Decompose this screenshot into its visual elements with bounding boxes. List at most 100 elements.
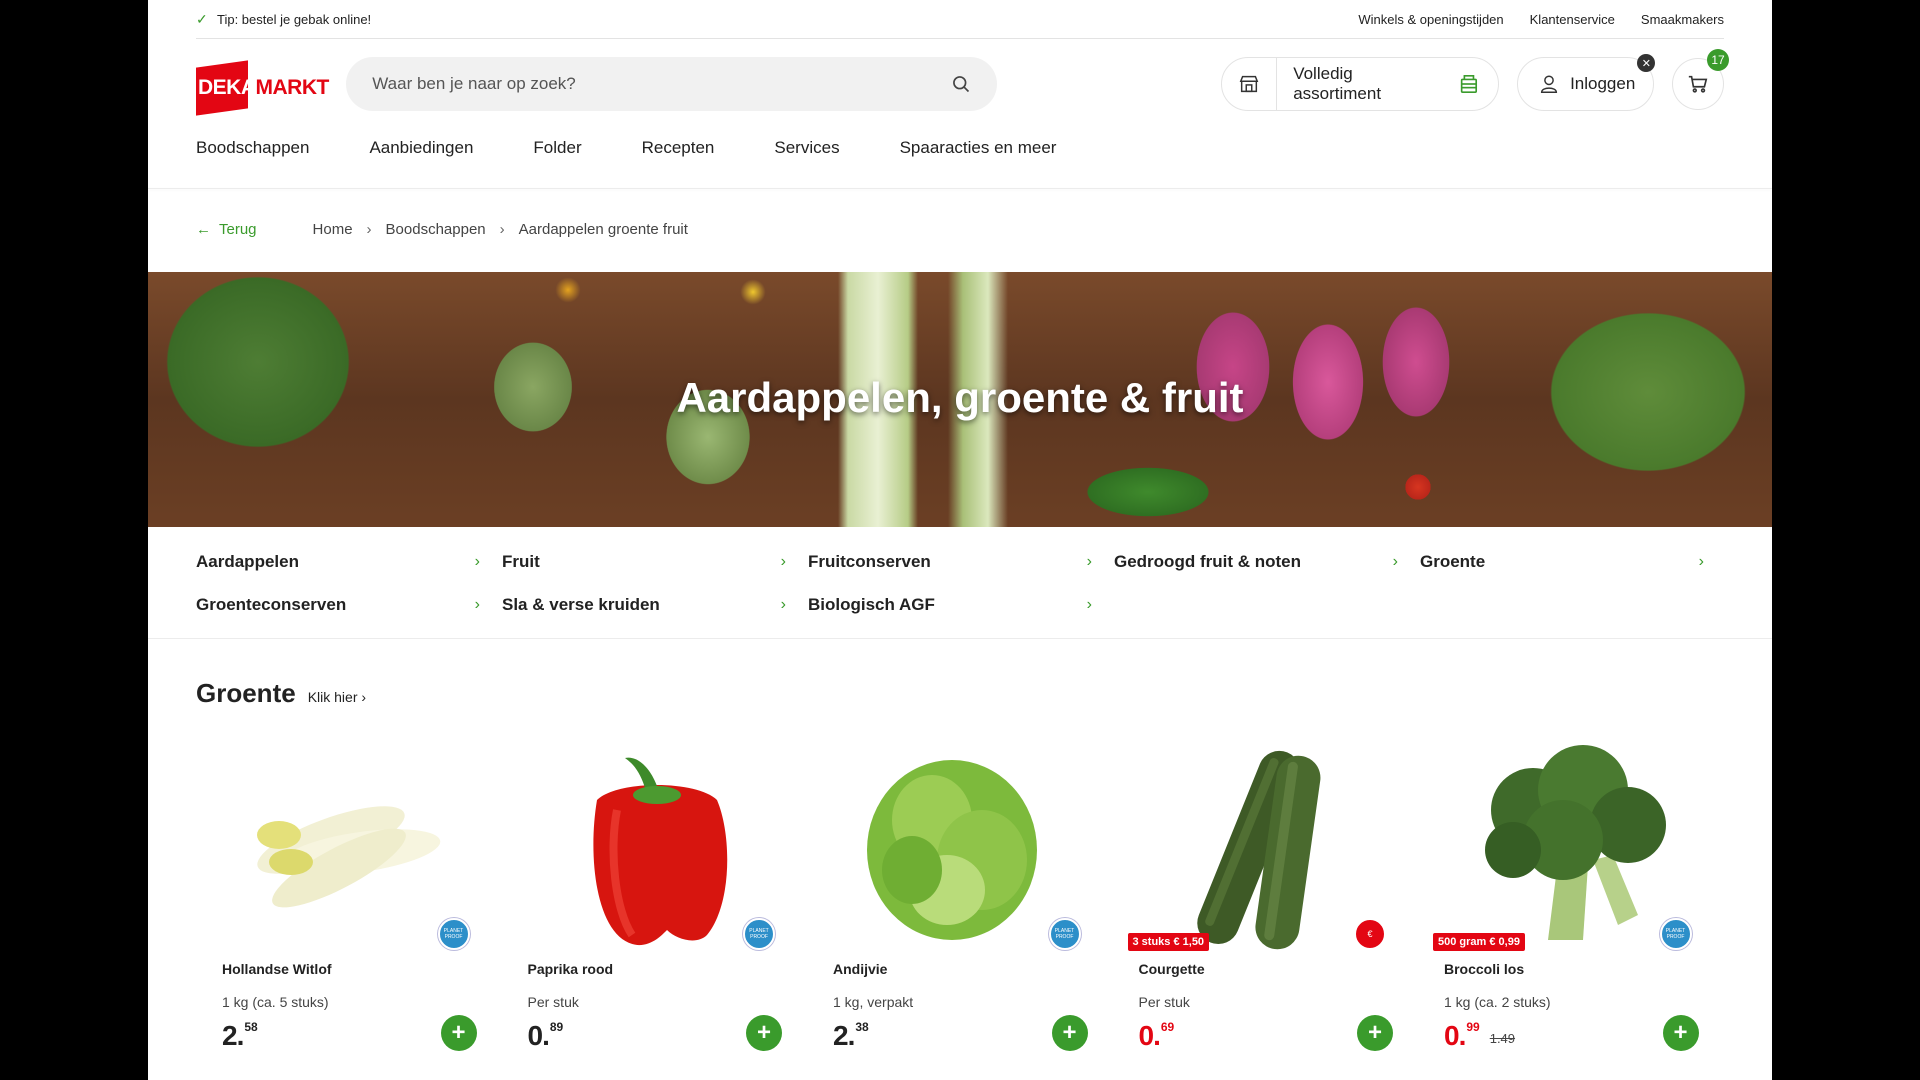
logo[interactable]: DEKAMARKT	[196, 56, 329, 116]
add-to-cart-button[interactable]: +	[1051, 1015, 1088, 1051]
product-image	[1485, 745, 1666, 940]
product-card[interactable]: PLANET PROOF Andijvie 1 kg, verpakt 2.38…	[807, 728, 1113, 1073]
euro-deal-badge: €	[1354, 918, 1386, 950]
basket-icon	[1461, 74, 1478, 94]
product-card[interactable]: 500 gram € 0,99 PLANET PROOF Broccoli lo…	[1418, 728, 1724, 1073]
product-list: PLANET PROOF Hollandse Witlof 1 kg (ca. …	[196, 728, 1724, 1073]
chevron-right-icon: ›	[474, 595, 480, 613]
planet-proof-badge: PLANET PROOF	[743, 918, 775, 950]
breadcrumb-current: Aardappelen groente fruit	[518, 221, 688, 238]
back-link[interactable]: ← Terug	[196, 221, 257, 238]
product-name: Hollandse Witlof	[222, 961, 332, 977]
section-more-link[interactable]: Klik hier ›	[308, 689, 366, 705]
search-icon[interactable]	[951, 74, 971, 94]
product-price: 2.38	[833, 1020, 869, 1051]
nav-aanbiedingen[interactable]: Aanbiedingen	[369, 138, 473, 158]
login-button[interactable]: Inloggen ✕	[1517, 54, 1656, 111]
product-image	[257, 806, 441, 908]
product-image	[1196, 750, 1320, 950]
header: DEKAMARKT Volledig assortiment Inloggen …	[196, 49, 1729, 116]
hero-banner: Aardappelen, groente & fruit	[148, 272, 1772, 527]
breadcrumb-boodschappen[interactable]: Boodschappen	[386, 221, 486, 238]
section-title: Groente	[196, 678, 296, 708]
cart-count-badge: 17	[1707, 49, 1729, 71]
nav-recepten[interactable]: Recepten	[642, 138, 715, 158]
check-icon: ✓	[196, 10, 208, 27]
product-unit: Per stuk	[1138, 994, 1190, 1010]
category-divider	[148, 638, 1772, 639]
nav-folder[interactable]: Folder	[533, 138, 581, 158]
planet-proof-badge: PLANET PROOF	[437, 918, 470, 950]
arrow-left-icon: ←	[196, 221, 211, 238]
product-unit: Per stuk	[527, 994, 579, 1010]
assortment-label: Volledig assortiment	[1293, 64, 1382, 103]
store-icon[interactable]	[1222, 57, 1278, 111]
assortment-button[interactable]: Volledig assortiment	[1220, 57, 1500, 111]
promo-tag: 3 stuks € 1,50	[1127, 933, 1210, 951]
product-name: Broccoli los	[1444, 961, 1525, 977]
add-to-cart-button[interactable]: +	[440, 1015, 477, 1051]
link-smaakmakers[interactable]: Smaakmakers	[1641, 12, 1724, 27]
link-stores[interactable]: Winkels & openingstijden	[1358, 12, 1503, 27]
product-unit: 1 kg, verpakt	[833, 994, 914, 1010]
product-price: 0.89	[527, 1020, 564, 1051]
product-card[interactable]: PLANET PROOF Hollandse Witlof 1 kg (ca. …	[196, 728, 502, 1073]
category-link[interactable]: Fruitconserven ›	[808, 540, 1114, 583]
category-grid: Aardappelen › Fruit › Fruitconserven › Gedr…	[196, 540, 1726, 626]
nav-services[interactable]: Services	[774, 138, 839, 158]
main-nav: Boodschappen Aanbiedingen Folder Recepte…	[196, 138, 1056, 158]
link-customer-service[interactable]: Klantenservice	[1530, 12, 1615, 27]
category-link[interactable]: Aardappelen ›	[196, 540, 502, 583]
breadcrumb: ← Terug Home › Boodschappen › Aardappelen…	[196, 221, 688, 238]
promo-tag: 500 gram € 0,99	[1433, 933, 1525, 951]
category-link[interactable]: Fruit ›	[502, 540, 808, 583]
category-link[interactable]: Sla & verse kruiden ›	[502, 583, 808, 626]
chevron-right-icon: ›	[1086, 595, 1092, 613]
product-card[interactable]: PLANET PROOF Paprika rood Per stuk 0.89 …	[502, 728, 808, 1073]
add-to-cart-button[interactable]: +	[1662, 1015, 1699, 1051]
old-price: 1.49	[1489, 1031, 1516, 1046]
nav-boodschappen[interactable]: Boodschappen	[196, 138, 309, 158]
planet-proof-badge: PLANET PROOF	[1659, 918, 1692, 950]
login-label: Inloggen	[1570, 74, 1636, 93]
nav-spaaracties[interactable]: Spaaracties en meer	[900, 138, 1057, 158]
product-name: Andijvie	[833, 961, 888, 977]
category-link[interactable]: Biologisch AGF ›	[808, 583, 1114, 626]
top-bar: ✓ Tip: bestel je gebak online! Winkels &…	[196, 0, 1724, 39]
cart-button[interactable]: 17	[1672, 49, 1729, 110]
product-name: Paprika rood	[527, 961, 614, 977]
product-price: 0.69	[1138, 1020, 1175, 1051]
cart-icon	[1688, 75, 1708, 93]
tip: ✓ Tip: bestel je gebak online!	[196, 12, 371, 27]
logo-text: DEKAMARKT	[198, 76, 329, 99]
product-unit: 1 kg (ca. 2 stuks)	[1444, 994, 1551, 1010]
category-link[interactable]: Gedroogd fruit & noten ›	[1114, 540, 1420, 583]
planet-proof-badge: PLANET PROOF	[1048, 918, 1081, 950]
add-to-cart-button[interactable]: +	[1357, 1015, 1393, 1051]
product-image	[867, 760, 1037, 940]
product-price: 0.991.49	[1444, 1020, 1516, 1051]
product-name: Courgette	[1138, 961, 1205, 977]
chevron-right-icon: ›	[1086, 552, 1092, 570]
search-bar	[346, 57, 997, 111]
chevron-right-icon: ›	[1392, 552, 1398, 570]
category-link[interactable]: Groente ›	[1420, 540, 1726, 583]
chevron-right-icon: ›	[499, 221, 505, 238]
add-to-cart-button[interactable]: +	[746, 1015, 782, 1051]
breadcrumb-home[interactable]: Home	[313, 221, 353, 238]
product-image	[592, 757, 727, 946]
close-icon[interactable]: ✕	[1637, 54, 1656, 72]
chevron-right-icon: ›	[474, 552, 480, 570]
search-input[interactable]	[372, 74, 951, 94]
top-links: Winkels & openingstijden Klantenservice …	[1358, 12, 1724, 27]
chevron-right-icon: ›	[780, 552, 786, 570]
product-unit: 1 kg (ca. 5 stuks)	[222, 994, 329, 1010]
nav-divider	[148, 188, 1772, 189]
tip-text: Tip: bestel je gebak online!	[217, 11, 372, 27]
product-card[interactable]: 3 stuks € 1,50 € Courgette Per stuk 0.69…	[1113, 728, 1419, 1073]
category-link[interactable]: Groenteconserven ›	[196, 583, 502, 626]
section-header: Groente Klik hier ›	[196, 678, 366, 709]
hero-title: Aardappelen, groente & fruit	[676, 374, 1244, 421]
product-price: 2.58	[222, 1020, 258, 1051]
chevron-right-icon: ›	[780, 595, 786, 613]
